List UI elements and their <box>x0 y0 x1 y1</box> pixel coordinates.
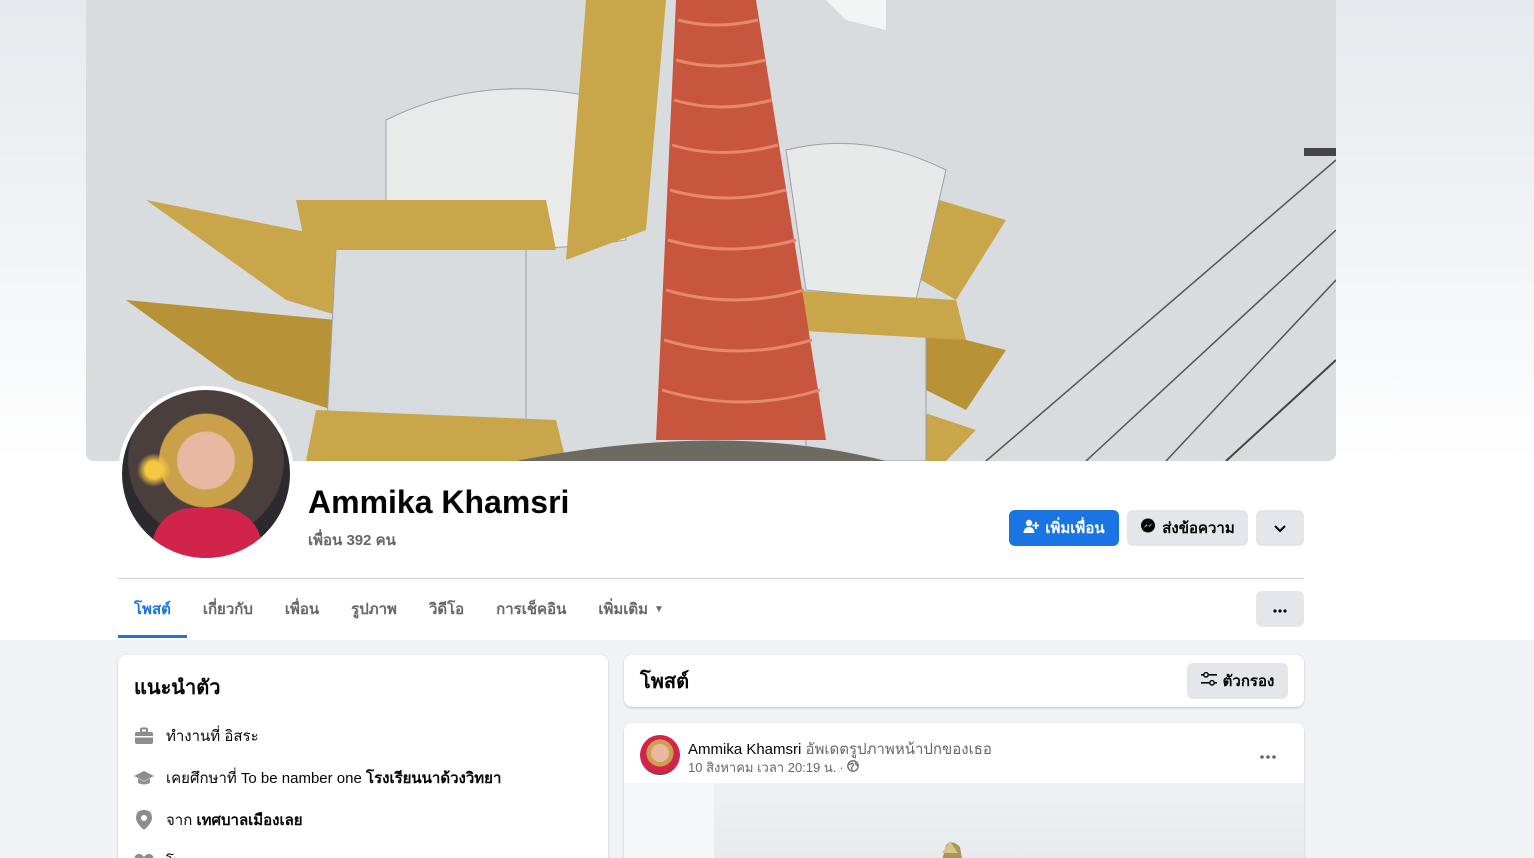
posts-title: โพสต์ <box>640 671 690 693</box>
intro-relationship: โสด <box>134 841 592 858</box>
profile-tabs: โพสต์ เกี่ยวกับ เพื่อน รูปภาพ วิดีโอ การ… <box>118 580 680 638</box>
profile-name: Ammika Khamsri <box>308 484 570 520</box>
tab-checkins[interactable]: การเช็คอิน <box>480 580 582 638</box>
avatar-background-lights <box>134 450 174 490</box>
posts-header-card: โพสต์ ตัวกรอง <box>624 655 1304 707</box>
study-value[interactable]: โรงเรียนนาด้วงวิทยา <box>366 770 501 787</box>
message-label: ส่งข้อความ <box>1162 520 1235 537</box>
caret-down-icon: ▼ <box>654 603 664 615</box>
post-card: Ammika Khamsri อัพเดตรูปภาพหน้าปกของเธอ … <box>624 723 1304 858</box>
profile-picture[interactable] <box>118 386 294 562</box>
cover-photo[interactable] <box>86 0 1336 461</box>
header-divider <box>118 578 1304 579</box>
profile-more-button[interactable] <box>1256 591 1304 627</box>
intro-study: เคยศึกษาที่ To be namber one โรงเรียนนาด… <box>134 757 592 799</box>
add-friend-label: เพิ่มเพื่อน <box>1045 520 1105 537</box>
tab-label: รูปภาพ <box>351 601 397 618</box>
graduation-cap-icon <box>134 768 154 788</box>
intro-work: ทำงานที่ อิสระ <box>134 715 592 757</box>
add-friend-button[interactable]: เพิ่มเพื่อน <box>1009 510 1119 546</box>
chevron-down-icon <box>1274 520 1286 537</box>
post-action-text: อัพเดตรูปภาพหน้าปกของเธอ <box>805 741 992 758</box>
post-meta: 10 สิงหาคม เวลา 20:19 น. · <box>688 757 859 778</box>
tab-label: เพื่อน <box>284 601 320 618</box>
tab-posts[interactable]: โพสต์ <box>118 580 187 638</box>
meta-separator: · <box>839 760 844 775</box>
from-prefix: จาก <box>166 812 193 829</box>
cover-photo-image <box>86 0 1336 461</box>
post-timestamp[interactable]: 10 สิงหาคม เวลา 20:19 น. <box>688 757 836 778</box>
tab-label: วิดีโอ <box>428 601 465 618</box>
intro-card: แนะนำตัว ทำงานที่ อิสระ เคยศึกษาที่ To b… <box>118 655 608 858</box>
tab-photos[interactable]: รูปภาพ <box>335 580 413 638</box>
message-button[interactable]: ส่งข้อความ <box>1127 510 1248 546</box>
from-value[interactable]: เทศบาลเมืองเลย <box>196 812 302 829</box>
relationship-value: โสด <box>166 850 193 858</box>
briefcase-icon <box>134 726 154 746</box>
profile-picture-image <box>122 390 290 558</box>
location-pin-icon <box>134 810 154 830</box>
filter-label: ตัวกรอง <box>1222 673 1275 690</box>
filter-button[interactable]: ตัวกรอง <box>1187 663 1288 699</box>
intro-title: แนะนำตัว <box>134 677 221 699</box>
avatar-shirt <box>152 508 262 558</box>
messenger-icon <box>1140 518 1156 538</box>
heart-icon <box>134 852 154 858</box>
ellipsis-icon <box>1260 746 1276 764</box>
tab-label: การเช็คอิน <box>496 601 567 618</box>
tab-label: เพิ่มเติม <box>598 601 649 618</box>
tab-friends[interactable]: เพื่อน <box>269 580 335 638</box>
globe-icon[interactable] <box>846 760 859 775</box>
tab-about[interactable]: เกี่ยวกับ <box>187 580 269 638</box>
ellipsis-icon <box>1273 600 1287 618</box>
work-prefix: ทำงานที่ <box>166 728 221 745</box>
tab-label: เกี่ยวกับ <box>202 601 253 618</box>
tab-more[interactable]: เพิ่มเติม ▼ <box>582 580 680 638</box>
more-actions-dropdown[interactable] <box>1256 510 1304 546</box>
tab-videos[interactable]: วิดีโอ <box>413 580 480 638</box>
tab-label: โพสต์ <box>134 601 171 618</box>
post-author-avatar[interactable] <box>640 735 680 775</box>
work-value[interactable]: อิสระ <box>224 728 258 745</box>
post-image-container[interactable] <box>624 783 1304 858</box>
person-plus-icon <box>1023 518 1040 538</box>
sliders-icon <box>1200 671 1217 690</box>
post-image <box>714 783 1304 858</box>
intro-from: จาก เทศบาลเมืองเลย <box>134 799 592 841</box>
friends-count[interactable]: เพื่อน 392 คน <box>308 528 396 552</box>
study-prefix: เคยศึกษาที่ To be namber one <box>166 770 362 787</box>
post-author-name[interactable]: Ammika Khamsri <box>688 741 801 758</box>
post-options-button[interactable] <box>1250 737 1286 773</box>
